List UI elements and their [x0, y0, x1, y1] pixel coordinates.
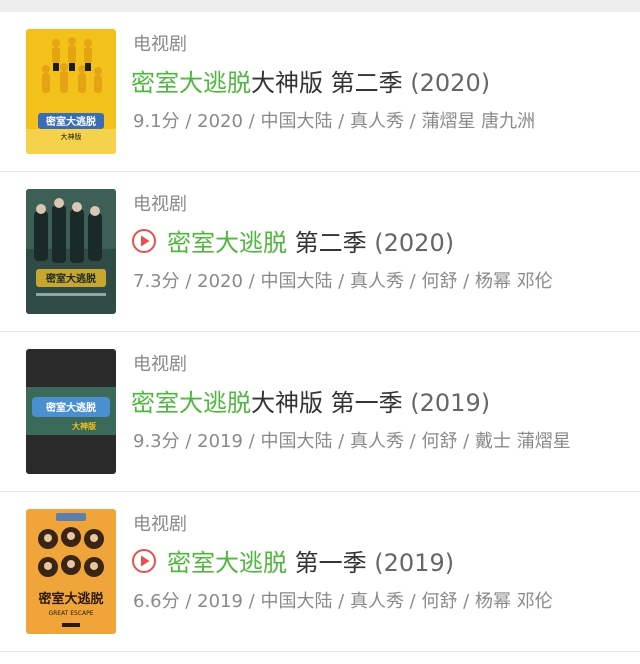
title-year: (2020): [410, 69, 491, 97]
category-label: 电视剧: [133, 354, 187, 375]
title-rest: 大神版 第二季: [251, 69, 403, 97]
category-label: 电视剧: [133, 34, 187, 55]
poster-sub-text: GREAT ESCAPE: [48, 610, 93, 617]
poster-logo-text: 密室大逃脱: [37, 591, 103, 607]
title-year: (2019): [374, 549, 455, 577]
title-year: (2020): [374, 229, 455, 257]
poster-sub-text: 大神版: [72, 421, 96, 431]
result-title[interactable]: 密室大逃脱 第一季 (2019): [131, 548, 454, 581]
poster-logo-text: 密室大逃脱: [46, 401, 96, 414]
poster-sub-text: 大神版: [61, 132, 82, 141]
play-circle-icon[interactable]: [131, 548, 157, 581]
result-title[interactable]: 密室大逃脱大神版 第二季 (2020): [131, 68, 490, 98]
category-label: 电视剧: [133, 194, 187, 215]
top-divider-strip: [0, 0, 640, 12]
result-title[interactable]: 密室大逃脱 第二季 (2020): [131, 228, 454, 261]
title-highlight: 密室大逃脱: [167, 229, 287, 257]
poster-logo-text: 密室大逃脱: [46, 272, 96, 285]
poster-thumbnail[interactable]: 密室大逃脱 GREAT ESCAPE: [26, 509, 116, 634]
title-highlight: 密室大逃脱: [131, 389, 251, 417]
poster-thumbnail[interactable]: 密室大逃脱 大神版: [26, 29, 116, 154]
title-rest: 大神版 第一季: [251, 389, 403, 417]
poster-thumbnail[interactable]: 密室大逃脱 大神版: [26, 349, 116, 474]
title-highlight: 密室大逃脱: [167, 549, 287, 577]
result-item[interactable]: 密室大逃脱 大神版 电视剧 密室大逃脱大神版 第二季 (2020) 9.1分 /…: [0, 12, 640, 172]
search-results-list: 密室大逃脱 大神版 电视剧 密室大逃脱大神版 第二季 (2020) 9.1分 /…: [0, 12, 640, 652]
result-item[interactable]: 密室大逃脱 电视剧 密室大逃脱 第二季 (2020) 7.3分 / 2020 /…: [0, 172, 640, 332]
category-label: 电视剧: [133, 514, 187, 535]
poster-logo-text: 密室大逃脱: [46, 115, 96, 128]
result-meta: 7.3分 / 2020 / 中国大陆 / 真人秀 / 何舒 / 杨幂 邓伦: [133, 271, 553, 292]
title-rest: 第一季: [287, 549, 367, 577]
result-meta: 6.6分 / 2019 / 中国大陆 / 真人秀 / 何舒 / 杨幂 邓伦: [133, 591, 553, 612]
result-item[interactable]: 密室大逃脱 大神版 电视剧 密室大逃脱大神版 第一季 (2019) 9.3分 /…: [0, 332, 640, 492]
result-meta: 9.3分 / 2019 / 中国大陆 / 真人秀 / 何舒 / 戴士 蒲熠星: [133, 431, 571, 452]
poster-thumbnail[interactable]: 密室大逃脱: [26, 189, 116, 314]
result-meta: 9.1分 / 2020 / 中国大陆 / 真人秀 / 蒲熠星 唐九洲: [133, 111, 536, 132]
title-rest: 第二季: [287, 229, 367, 257]
title-year: (2019): [410, 389, 491, 417]
title-highlight: 密室大逃脱: [131, 69, 251, 97]
result-title[interactable]: 密室大逃脱大神版 第一季 (2019): [131, 388, 490, 418]
play-circle-icon[interactable]: [131, 228, 157, 261]
result-item[interactable]: 密室大逃脱 GREAT ESCAPE 电视剧 密室大逃脱 第一季 (2019) …: [0, 492, 640, 652]
